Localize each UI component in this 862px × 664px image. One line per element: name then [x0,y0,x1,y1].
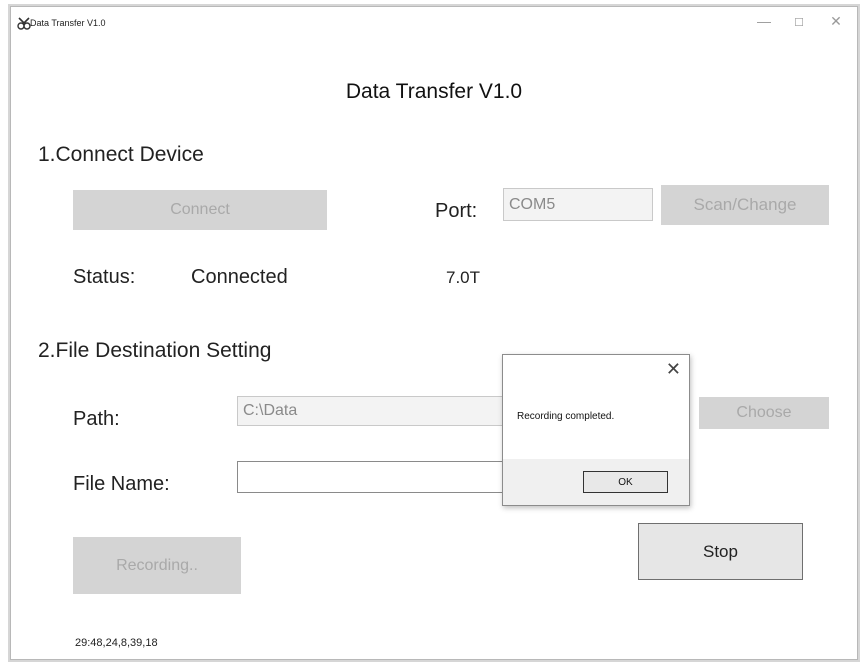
file-section-title: 2.File Destination Setting [38,339,272,362]
connect-button[interactable]: Connect [73,190,327,230]
filename-label: File Name: [73,473,170,495]
footer-status-text: 29:48,24,8,39,18 [75,637,158,649]
title-bar: Data Transfer V1.0 — ☐ ✕ [11,7,857,39]
status-label: Status: [73,266,136,288]
page-title: Data Transfer V1.0 [345,80,523,103]
minimize-button[interactable]: — [754,13,774,29]
recording-button[interactable]: Recording.. [73,537,241,594]
choose-button[interactable]: Choose [699,397,829,429]
message-dialog: ✕ Recording completed. OK [502,354,690,506]
maximize-button[interactable]: ☐ [789,16,809,29]
port-label: Port: [435,200,478,222]
path-label: Path: [73,408,120,430]
path-field[interactable]: C:\Data [237,396,517,426]
dialog-message: Recording completed. [517,411,615,422]
port-field[interactable]: COM5 [503,188,653,221]
window-title: Data Transfer V1.0 [30,18,106,28]
close-button[interactable]: ✕ [826,13,846,30]
app-window: Data Transfer V1.0 — ☐ ✕ Data Transfer V… [10,6,858,660]
status-value: Connected [191,266,288,288]
scan-change-button[interactable]: Scan/Change [661,185,829,225]
app-logo-icon [17,17,31,30]
filename-input[interactable] [237,461,517,493]
dialog-footer: OK [503,459,689,505]
stop-button[interactable]: Stop [638,523,803,580]
ok-button[interactable]: OK [583,471,668,493]
dialog-close-button[interactable]: ✕ [666,359,681,380]
connect-section-title: 1.Connect Device [38,143,204,166]
field-strength-value: 7.0T [446,268,481,287]
